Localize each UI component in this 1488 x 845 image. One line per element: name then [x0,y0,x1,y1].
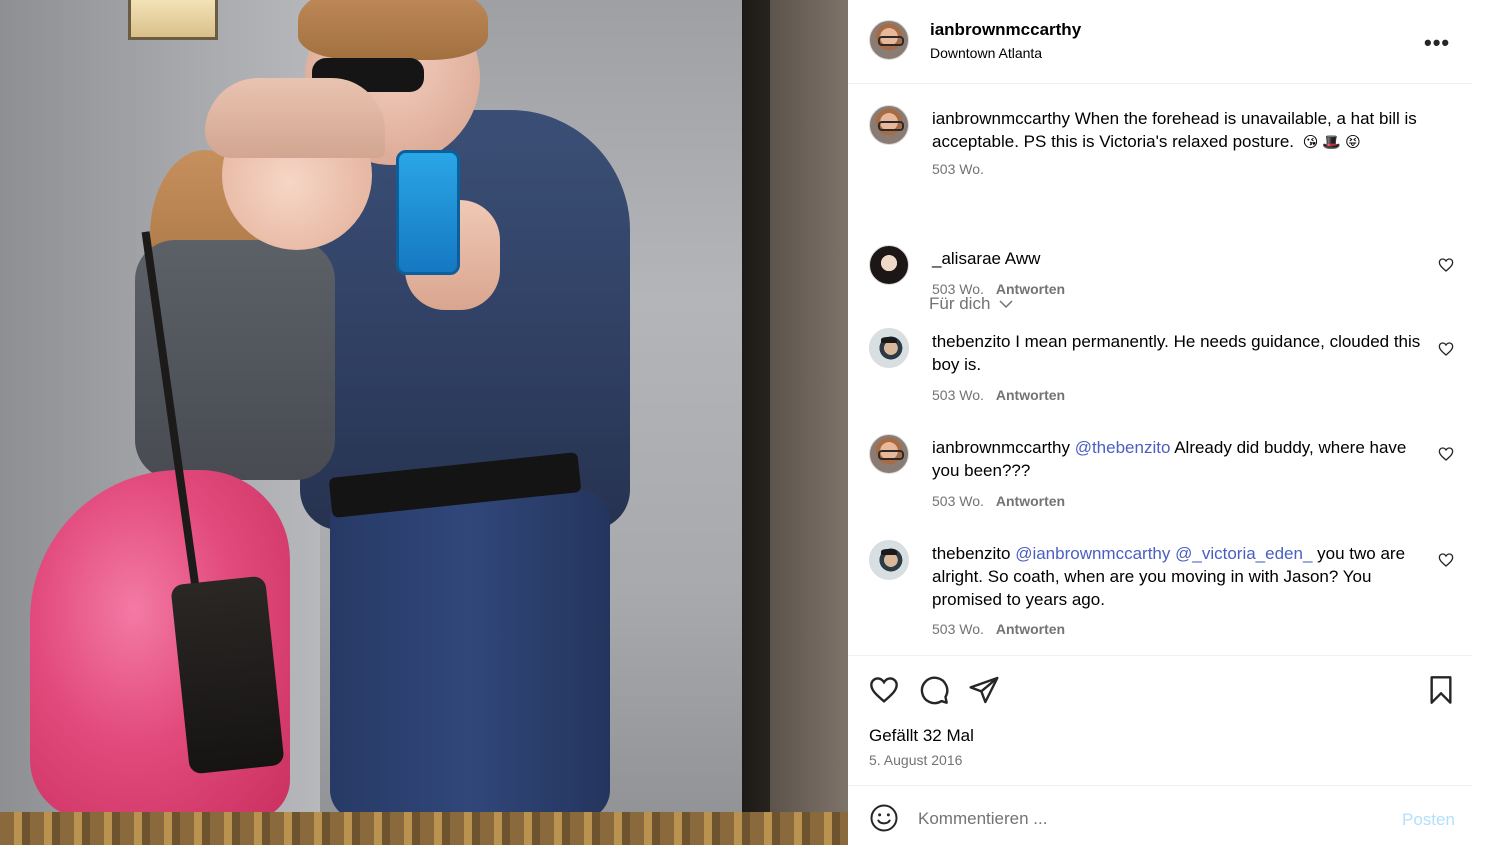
comment-input[interactable] [918,806,1358,832]
comment-meta: 503 Wo. Antworten [932,621,1065,637]
comment-time[interactable]: 503 Wo. [932,621,984,637]
share-paper-plane-icon[interactable] [968,674,1000,706]
comment-composer: Posten [848,785,1472,845]
caption-avatar[interactable] [869,105,909,145]
photo-bag [170,575,285,775]
comment-username[interactable]: _alisarae [932,249,1001,268]
comment-time[interactable]: 503 Wo. [932,281,984,297]
reply-button[interactable]: Antworten [996,493,1065,509]
post-side-panel: ianbrownmccarthy Downtown Atlanta ••• ia… [848,0,1472,845]
comment-mention[interactable]: @ianbrownmccarthy [1015,544,1170,563]
emoji-smile-icon[interactable] [869,803,899,833]
reply-button[interactable]: Antworten [996,621,1065,637]
comment-text: thebenzito @ianbrownmccarthy @_victoria_… [932,542,1432,611]
comment-avatar[interactable] [869,540,909,580]
comment-text: ianbrownmccarthy @thebenzito Already did… [932,436,1432,482]
post-date[interactable]: 5. August 2016 [869,752,962,768]
comment-username[interactable]: thebenzito [932,544,1010,563]
comment-text: thebenzito I mean permanently. He needs … [932,330,1432,376]
comment-body: Aww [1004,249,1041,268]
comment-username[interactable]: thebenzito [932,332,1010,351]
for-you-dropdown[interactable]: Für dich [929,294,1013,314]
photo-man-hair [298,0,488,60]
like-count[interactable]: Gefällt 32 Mal [869,726,974,746]
like-heart-icon[interactable] [1438,257,1454,273]
caption-username[interactable]: ianbrownmccarthy [932,109,1070,128]
caption-text: ianbrownmccarthy When the forehead is un… [932,107,1432,154]
kiss-emoji: 😘 [1302,134,1319,151]
comment-avatar[interactable] [869,245,909,285]
post-location[interactable]: Downtown Atlanta [930,45,1042,61]
post-photo[interactable] [0,0,848,845]
page-right-edge [1472,0,1488,845]
comment-username[interactable]: ianbrownmccarthy [932,438,1070,457]
like-heart-icon[interactable] [1438,552,1454,568]
like-heart-icon[interactable] [1438,446,1454,462]
comments-list: ianbrownmccarthy When the forehead is un… [848,85,1472,655]
caption-time[interactable]: 503 Wo. [932,161,984,177]
caption-meta: 503 Wo. [932,161,984,177]
comment-meta: 503 Wo. Antworten [932,281,1065,297]
like-heart-icon[interactable] [868,674,900,706]
bookmark-icon[interactable] [1425,674,1457,706]
author-username[interactable]: ianbrownmccarthy [930,20,1081,40]
comment-meta: 503 Wo. Antworten [932,493,1065,509]
like-heart-icon[interactable] [1438,341,1454,357]
photo-cap [205,78,385,158]
comment-mention[interactable]: @thebenzito [1075,438,1171,457]
photo-doorframe-inner [770,0,848,845]
tophat-emoji: 🎩 [1322,134,1342,151]
comment-bubble-icon[interactable] [918,674,950,706]
photo-phone [396,150,460,275]
reply-button[interactable]: Antworten [996,281,1065,297]
post-actions: Gefällt 32 Mal 5. August 2016 [848,655,1472,785]
comment-time[interactable]: 503 Wo. [932,493,984,509]
comment-avatar[interactable] [869,328,909,368]
comment-text: _alisarae Aww [932,247,1432,270]
photo-mirror-frame [0,812,848,845]
comment-time[interactable]: 503 Wo. [932,387,984,403]
post-header: ianbrownmccarthy Downtown Atlanta ••• [848,0,1472,84]
author-avatar[interactable] [869,20,909,60]
photo-man-pants [330,490,610,820]
post-comment-button[interactable]: Posten [1402,810,1455,830]
comment-meta: 503 Wo. Antworten [932,387,1065,403]
tongue-emoji: 😝 [1345,134,1361,151]
comment-mention[interactable]: @_victoria_eden_ [1175,544,1312,563]
photo-lamp [128,0,218,40]
chevron-down-icon [999,300,1013,309]
reply-button[interactable]: Antworten [996,387,1065,403]
more-horizontal-icon[interactable]: ••• [1424,30,1450,56]
comment-avatar[interactable] [869,434,909,474]
